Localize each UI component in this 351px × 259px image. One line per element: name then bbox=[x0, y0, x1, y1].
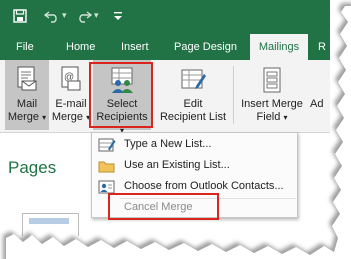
torn-edge-decoration bbox=[3, 3, 351, 259]
